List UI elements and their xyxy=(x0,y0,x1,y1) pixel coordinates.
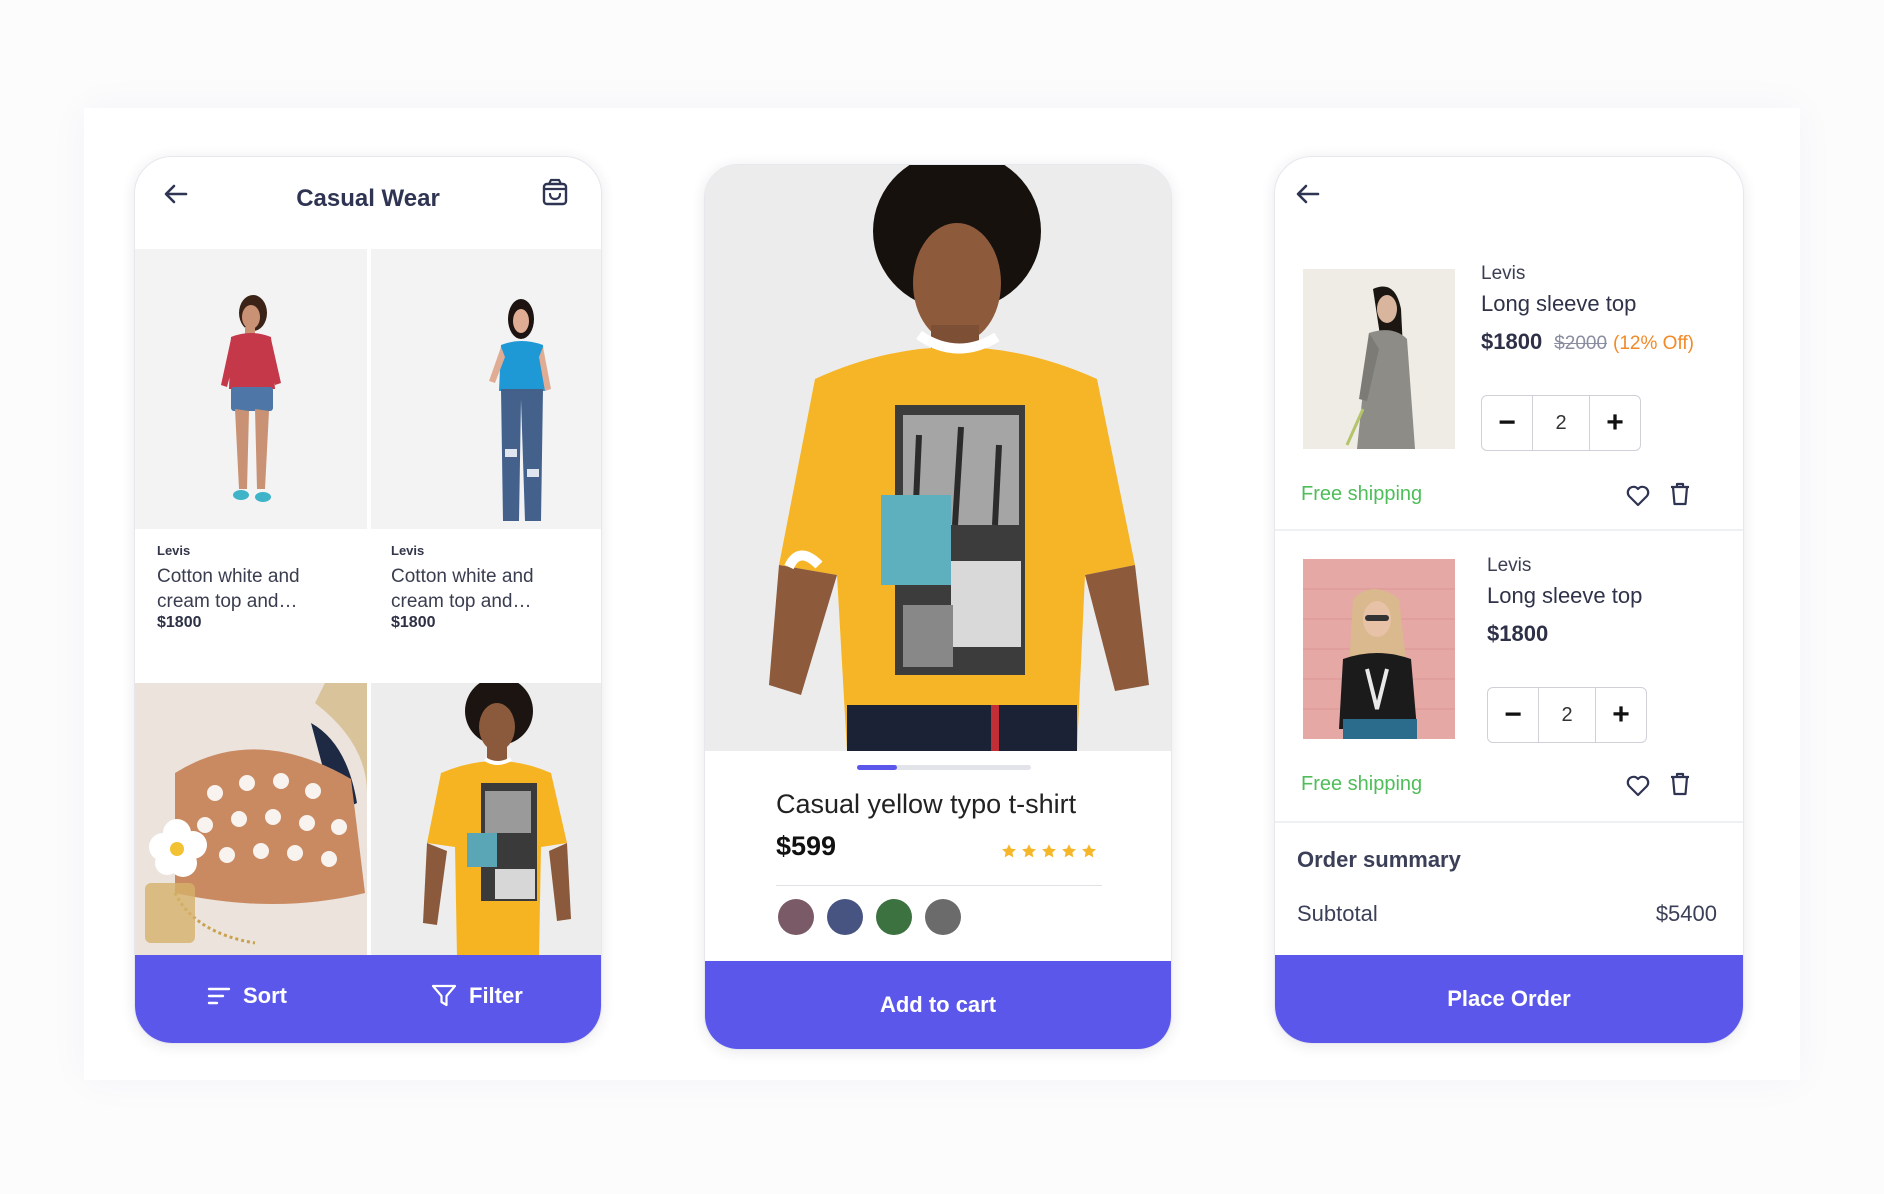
quantity-stepper: − 2 + xyxy=(1481,395,1641,451)
quantity-value[interactable]: 2 xyxy=(1538,688,1596,742)
cart-item: Levis Long sleeve top $1800 − 2 + Free s… xyxy=(1275,531,1743,821)
order-summary-title: Order summary xyxy=(1297,847,1461,872)
sort-label: Sort xyxy=(243,983,287,1008)
model-blue-top-image xyxy=(489,299,551,521)
star-icon xyxy=(1062,844,1076,858)
cart-item-brand: Levis xyxy=(1481,263,1526,284)
color-swatch[interactable] xyxy=(876,899,912,935)
filter-button[interactable]: Filter xyxy=(431,983,523,1009)
product-name: Cotton white and cream top and… xyxy=(157,566,300,612)
model-pink-wall-image xyxy=(1303,559,1455,739)
subtotal-value: $5400 xyxy=(1655,901,1717,926)
trash-icon[interactable] xyxy=(1667,771,1693,797)
product-hero-image[interactable] xyxy=(705,165,1171,751)
rating-stars xyxy=(1001,843,1097,859)
filter-icon xyxy=(431,984,457,1007)
star-icon xyxy=(1022,844,1036,858)
divider xyxy=(1275,821,1743,823)
color-swatch[interactable] xyxy=(827,899,863,935)
star-icon xyxy=(1082,844,1096,858)
product-image[interactable] xyxy=(371,683,601,957)
filter-label: Filter xyxy=(469,983,523,1008)
model-red-top-image xyxy=(221,295,281,502)
sort-filter-bar: Sort Filter xyxy=(135,955,601,1043)
cart-item-price-row: $1800 xyxy=(1487,621,1548,647)
product-grid: Levis Cotton white and cream top and… $1… xyxy=(135,249,601,957)
cart-item-name: Long sleeve top xyxy=(1481,291,1637,316)
quantity-value[interactable]: 2 xyxy=(1532,396,1590,450)
cart-item-discount: (12% Off) xyxy=(1613,333,1694,354)
cart-item-name: Long sleeve top xyxy=(1487,583,1643,608)
flower-bag-image xyxy=(135,683,367,957)
carousel-indicator-active xyxy=(857,765,898,770)
header: Casual Wear xyxy=(135,157,601,249)
add-to-cart-button[interactable]: Add to cart xyxy=(705,961,1171,1049)
add-to-cart-label: Add to cart xyxy=(879,992,997,1017)
sort-icon xyxy=(207,987,231,1005)
shipping-label: Free shipping xyxy=(1301,483,1423,505)
increment-button[interactable]: + xyxy=(1590,396,1640,450)
divider xyxy=(776,885,1102,886)
sort-button[interactable]: Sort xyxy=(207,983,287,1009)
product-name: Cotton white and cream top and… xyxy=(391,566,534,612)
cart-item-price-row: $1800 $2000 (12% Off) xyxy=(1481,329,1694,355)
product-title: Casual yellow typo t-shirt xyxy=(776,789,1077,819)
cart-screen: Levis Long sleeve top $1800 $2000 (12% O… xyxy=(1274,156,1744,1044)
trash-icon[interactable] xyxy=(1667,481,1693,507)
increment-button[interactable]: + xyxy=(1596,688,1646,742)
product-card-info[interactable]: Levis Cotton white and cream top and… $1… xyxy=(135,529,367,683)
product-price: $1800 xyxy=(391,614,436,631)
cart-item-image[interactable] xyxy=(1303,269,1455,449)
product-image[interactable] xyxy=(371,249,601,529)
product-image[interactable] xyxy=(135,683,367,957)
brand-label: Levis xyxy=(391,543,425,558)
yellow-tshirt-model-image xyxy=(423,683,571,957)
model-grey-coat-image xyxy=(1303,269,1455,449)
star-icon xyxy=(1002,844,1016,858)
heart-icon[interactable] xyxy=(1625,773,1651,799)
page-title: Casual Wear xyxy=(296,185,440,212)
heart-icon[interactable] xyxy=(1625,483,1651,509)
decrement-button[interactable]: − xyxy=(1488,688,1538,742)
brand-label: Levis xyxy=(157,543,191,558)
product-detail-screen: Casual yellow typo t-shirt $599 Add to c… xyxy=(704,164,1172,1050)
place-order-button[interactable]: Place Order xyxy=(1275,955,1743,1043)
cart-item-old-price: $2000 xyxy=(1554,333,1608,354)
cart-item-brand: Levis xyxy=(1487,555,1532,576)
product-list-screen: Casual Wear Levis Cotton white and cream… xyxy=(134,156,602,1044)
subtotal-label: Subtotal xyxy=(1297,901,1378,926)
product-card-info[interactable]: Levis Cotton white and cream top and… $1… xyxy=(369,529,601,683)
product-price: $1800 xyxy=(157,614,202,631)
cart-item: Levis Long sleeve top $1800 $2000 (12% O… xyxy=(1275,157,1743,529)
shipping-label: Free shipping xyxy=(1301,773,1423,795)
product-image[interactable] xyxy=(135,249,367,529)
star-icon xyxy=(1042,844,1056,858)
color-swatches xyxy=(778,899,961,935)
product-price: $599 xyxy=(776,831,837,861)
place-order-label: Place Order xyxy=(1447,986,1571,1011)
shopping-bag-icon[interactable] xyxy=(541,177,569,207)
cart-item-image[interactable] xyxy=(1303,559,1455,739)
carousel-indicator xyxy=(857,765,1031,770)
cart-item-price: $1800 xyxy=(1481,329,1543,354)
quantity-stepper: − 2 + xyxy=(1487,687,1647,743)
cart-item-price: $1800 xyxy=(1487,621,1549,646)
yellow-tshirt-model-image xyxy=(705,165,1171,751)
color-swatch[interactable] xyxy=(778,899,814,935)
color-swatch[interactable] xyxy=(925,899,961,935)
decrement-button[interactable]: − xyxy=(1482,396,1532,450)
